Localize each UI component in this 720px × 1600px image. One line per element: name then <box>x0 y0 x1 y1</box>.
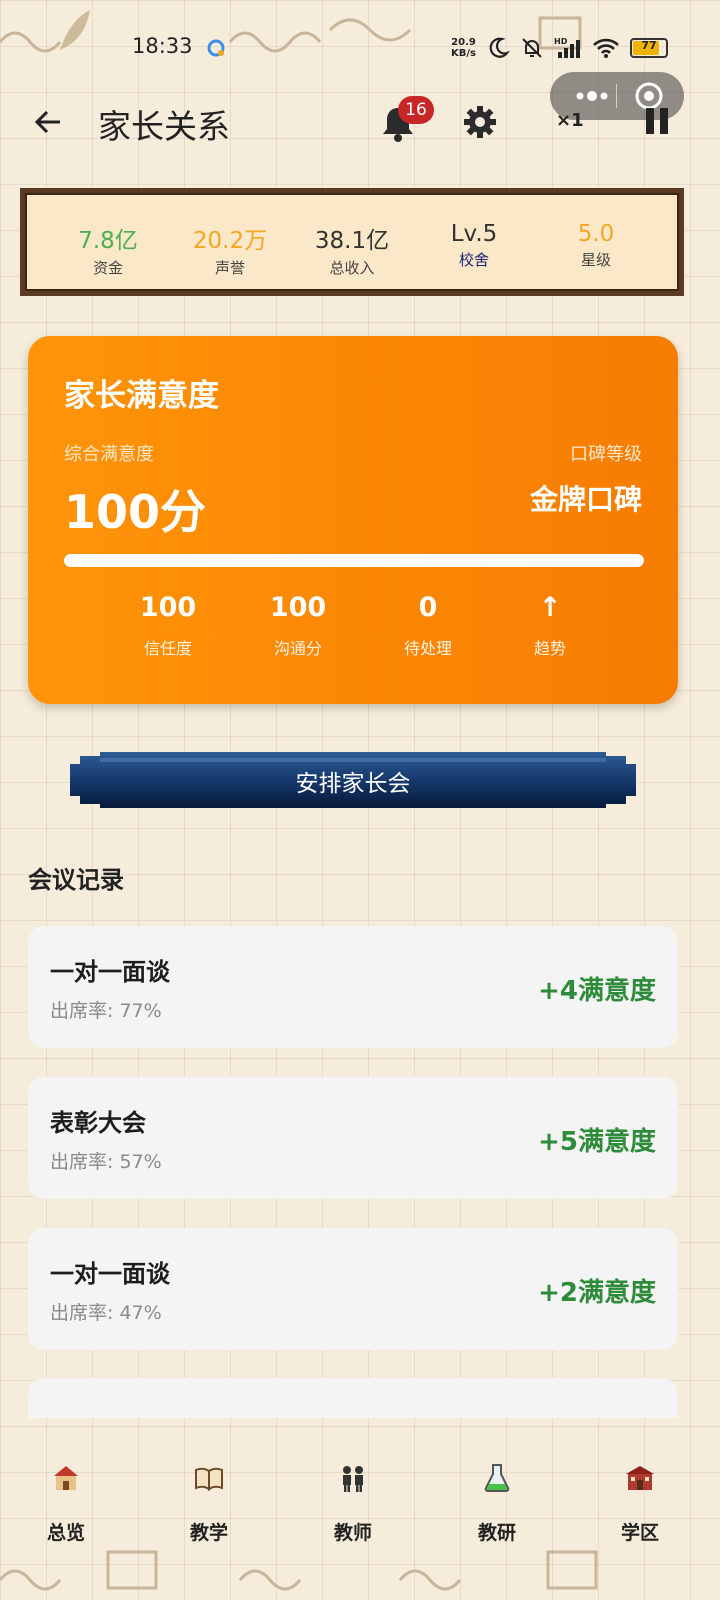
metric-label: 信任度 <box>143 639 192 658</box>
battery-indicator: 77 <box>630 38 668 58</box>
meeting-record-card-partial <box>28 1378 678 1418</box>
stat-value: Lv.5 <box>450 221 498 247</box>
overall-satisfaction-score: 100分 <box>64 485 207 539</box>
status-bar: 18:33 20.9 KB/s HD 77 <box>0 30 720 66</box>
metric-item: 100 信任度 <box>108 592 228 659</box>
nav-item-2[interactable]: 教学 <box>149 1456 269 1556</box>
satisfaction-gain: +4满意度 <box>538 976 656 1006</box>
meeting-type: 一对一面谈 <box>50 958 170 986</box>
svg-text:HD: HD <box>554 37 568 46</box>
moon-icon <box>489 37 510 58</box>
back-arrow-icon[interactable] <box>32 106 64 138</box>
meeting-type: 表彰大会 <box>50 1109 146 1137</box>
wifi-icon <box>593 38 619 58</box>
metric-item: 100 沟通分 <box>238 592 358 659</box>
meeting-record-card[interactable]: 一对一面谈出席率: 77% +4满意度 <box>28 926 678 1048</box>
metric-value: 0 <box>418 592 438 623</box>
resource-stats-panel: 7.8亿 资金 20.2万 声誉 38.1亿 总收入 Lv.5 校舍 5.0 星级 <box>20 188 684 296</box>
reputation-level-label: 口碑等级 <box>570 444 642 465</box>
satisfaction-progress-bar <box>64 554 644 567</box>
arrange-meeting-label: 安排家长会 <box>295 771 411 797</box>
parent-satisfaction-card: 家长满意度 综合满意度 100分 口碑等级 金牌口碑 100 信任度 100 沟通分 0… <box>28 336 678 704</box>
stat-value: 20.2万 <box>192 228 268 254</box>
flask-icon <box>481 1462 513 1494</box>
stat-item: 38.1亿总收入 <box>291 195 413 289</box>
metric-value: 100 <box>139 592 197 623</box>
nav-label: 学区 <box>620 1522 659 1544</box>
satisfaction-gain: +5满意度 <box>538 1127 656 1157</box>
nav-label: 总览 <box>46 1522 85 1544</box>
campus-building-icon <box>624 1462 656 1494</box>
network-speed: 20.9 KB/s <box>451 37 476 59</box>
notification-count-badge: 16 <box>398 96 434 124</box>
attendance-rate: 出席率: 57% <box>50 1151 162 1173</box>
attendance-rate: 出席率: 47% <box>50 1302 162 1324</box>
game-speed-button[interactable]: ×1 <box>556 110 584 131</box>
nav-item-4[interactable]: 教研 <box>437 1456 557 1556</box>
nav-item-3[interactable]: 教师 <box>293 1456 413 1556</box>
status-time: 18:33 <box>132 34 193 58</box>
meeting-record-card[interactable]: 一对一面谈出席率: 47% +2满意度 <box>28 1228 678 1350</box>
overall-satisfaction-label: 综合满意度 <box>64 444 154 465</box>
metric-item: 0 待处理 <box>368 592 488 659</box>
open-book-icon <box>193 1462 225 1494</box>
school-house-icon <box>50 1462 82 1494</box>
metric-label: 趋势 <box>533 639 566 658</box>
metric-value: 100 <box>269 592 327 623</box>
stat-item: 5.0 星级 <box>535 195 657 289</box>
stat-item: 7.8亿资金 <box>47 195 169 289</box>
metric-label: 沟通分 <box>273 639 322 658</box>
nav-item-1[interactable]: 总览 <box>6 1456 126 1556</box>
page-title: 家长关系 <box>98 107 230 146</box>
stat-item: 20.2万声誉 <box>169 195 291 289</box>
nav-label: 教师 <box>333 1522 372 1544</box>
satisfaction-gain: +2满意度 <box>538 1278 656 1308</box>
nav-label: 教学 <box>189 1522 228 1544</box>
meeting-record-card[interactable]: 表彰大会出席率: 57% +5满意度 <box>28 1077 678 1199</box>
nav-label: 教研 <box>477 1522 516 1544</box>
stat-label: 星级 <box>580 251 611 269</box>
metric-value: ↑ <box>538 592 562 623</box>
teachers-icon <box>337 1462 369 1494</box>
stat-value: 38.1亿 <box>314 228 390 254</box>
signal-icon: HD <box>554 37 580 58</box>
metric-label: 待处理 <box>403 639 452 658</box>
card-title: 家长满意度 <box>64 378 219 414</box>
message-app-icon <box>207 39 225 57</box>
bottom-navigation: 总览 教学 教师 教研 学区 <box>0 1456 720 1566</box>
meeting-type: 一对一面谈 <box>50 1260 170 1288</box>
mute-bell-icon <box>522 38 542 58</box>
arrange-parent-meeting-button[interactable]: 安排家长会 <box>70 750 636 810</box>
page-header: 家长关系 16 ×1 <box>0 96 720 152</box>
stat-label: 声誉 <box>214 259 245 277</box>
meeting-records-heading: 会议记录 <box>28 866 124 894</box>
stat-item: Lv.5 校舍 <box>413 195 535 289</box>
stat-label: 总收入 <box>329 259 375 277</box>
attendance-rate: 出席率: 77% <box>50 1000 162 1022</box>
stat-value: 5.0 <box>577 221 615 247</box>
stat-value: 7.8亿 <box>78 228 138 254</box>
satisfaction-metrics: 100 信任度 100 沟通分 0 待处理 ↑ 趋势 <box>108 592 628 672</box>
pause-icon[interactable] <box>646 108 670 134</box>
metric-item: ↑ 趋势 <box>490 592 610 659</box>
stat-label: 校舍 <box>458 251 489 269</box>
settings-gear-icon[interactable] <box>462 104 498 140</box>
nav-item-5[interactable]: 学区 <box>580 1456 700 1556</box>
reputation-level-value: 金牌口碑 <box>529 483 642 516</box>
stat-label: 资金 <box>92 259 123 277</box>
satisfaction-progress-fill <box>64 554 644 567</box>
